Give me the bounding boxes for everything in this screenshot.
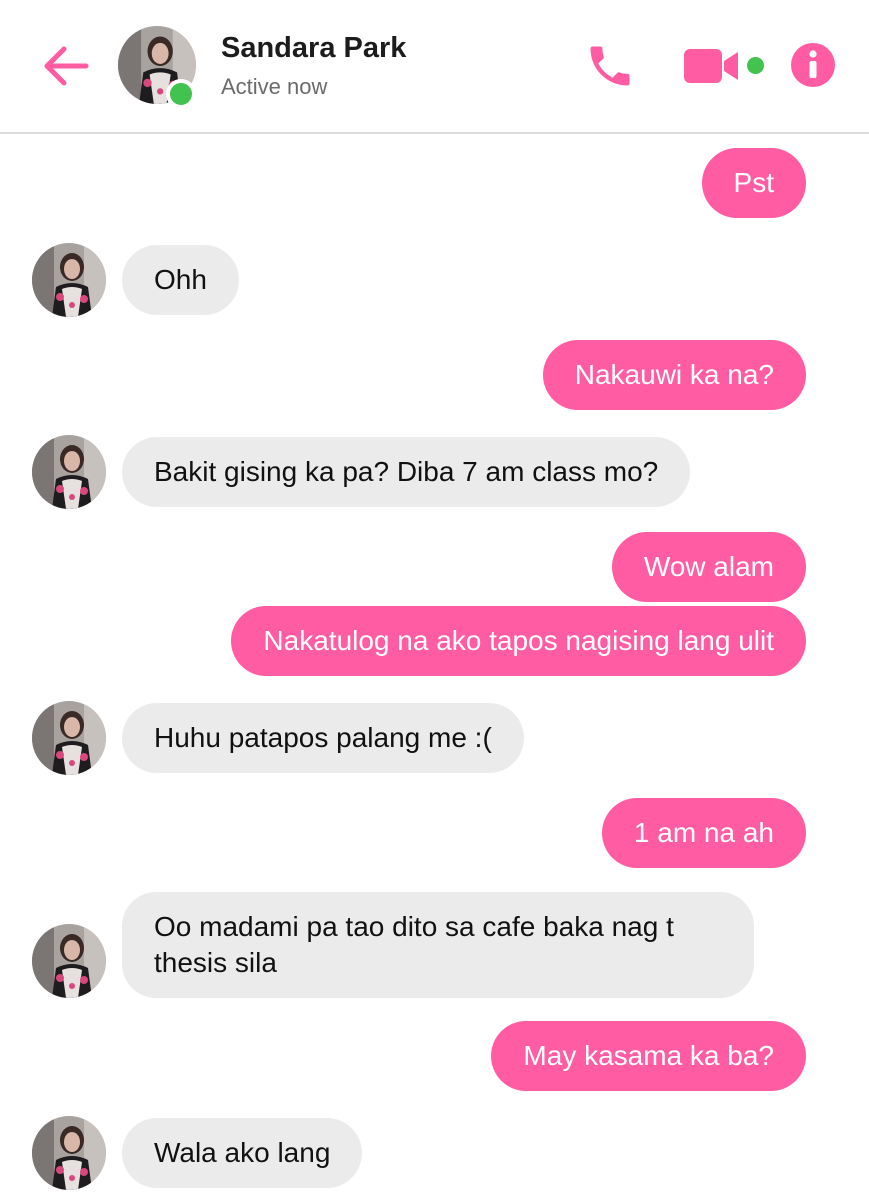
message-bubble-received[interactable]: Wala ako lang (122, 1118, 363, 1188)
active-status: Active now (221, 74, 328, 99)
contact-avatar[interactable] (32, 243, 106, 317)
contact-avatar[interactable] (32, 701, 106, 775)
contact-avatar[interactable] (32, 924, 106, 998)
phone-icon[interactable] (584, 40, 636, 92)
message-bubble-received[interactable]: Bakit gising ka pa? Diba 7 am class mo? (122, 437, 691, 507)
message-bubble-sent[interactable]: Nakauwi ka na? (542, 340, 806, 410)
message-bubble-sent[interactable]: Nakatulog na ako tapos nagising lang uli… (231, 606, 806, 676)
message-bubble-sent[interactable]: Wow alam (611, 532, 806, 602)
message-bubble-sent[interactable]: Pst (701, 148, 806, 218)
info-icon[interactable] (790, 42, 836, 88)
message-bubble-sent[interactable]: May kasama ka ba? (491, 1021, 806, 1091)
contact-name[interactable]: Sandara Park (221, 32, 406, 65)
video-camera-icon[interactable] (683, 46, 741, 86)
back-arrow-icon[interactable] (40, 42, 92, 90)
contact-avatar[interactable] (32, 435, 106, 509)
message-bubble-received[interactable]: Oo madami pa tao dito sa cafe baka nag t… (122, 892, 754, 998)
message-bubble-sent[interactable]: 1 am na ah (601, 798, 806, 868)
message-bubble-received[interactable]: Huhu patapos palang me :( (122, 703, 524, 773)
contact-avatar[interactable] (32, 1116, 106, 1190)
online-indicator (166, 79, 196, 109)
message-bubble-received[interactable]: Ohh (122, 245, 239, 315)
video-active-dot (747, 57, 764, 74)
chat-header: Sandara Park Active now (0, 0, 869, 134)
